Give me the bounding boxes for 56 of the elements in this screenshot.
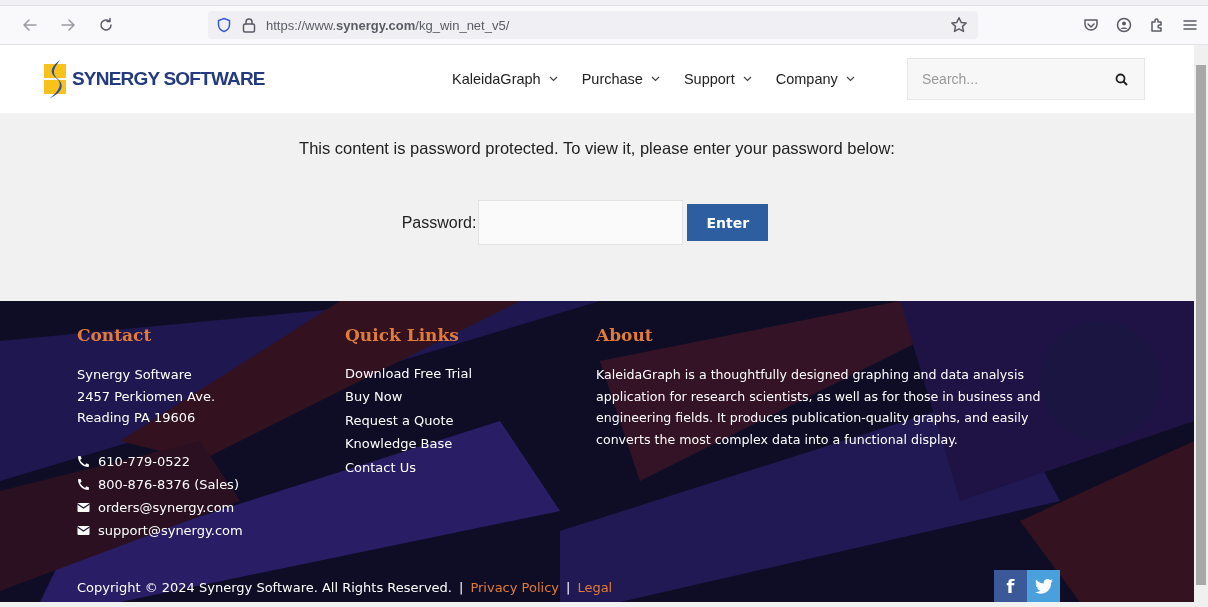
lock-icon[interactable] [242, 17, 256, 33]
footer-link[interactable]: Buy Now [345, 387, 596, 407]
envelope-icon [77, 501, 90, 513]
chevron-down-icon [742, 76, 752, 82]
nav-menu-item[interactable]: Company [775, 71, 855, 87]
scrollbar[interactable] [1194, 45, 1208, 607]
address-line: Reading PA 19606 [77, 409, 197, 427]
reload-icon[interactable] [98, 17, 114, 33]
nav-menu-item[interactable]: Purchase [581, 71, 660, 87]
logo-text[interactable]: SYNERGY SOFTWARE [72, 68, 265, 90]
envelope-icon [77, 524, 90, 536]
about-paragraph: KaleidaGraph is a thoughtfully designed graphing and data analysis application for research scientists, as well as for those in business and engineering fields. It produces publication-quality graphs, and easily converts the most complex data into a functional display. [596, 366, 1042, 449]
section-heading: Quick Links [345, 325, 460, 345]
bird-icon [1034, 578, 1053, 594]
separator: | [566, 580, 571, 595]
star-icon[interactable] [950, 16, 968, 34]
chevron-down-icon [650, 76, 660, 82]
footer-link[interactable]: Privacy Policy [470, 580, 559, 595]
address-bar[interactable]: https://www.synergy.com/kg_win_net_v5/ [208, 11, 978, 39]
password-label: Password: [401, 213, 477, 232]
phone-icon [77, 454, 90, 468]
address-line: Synergy Software [77, 366, 193, 384]
facebook-button[interactable]: f [994, 570, 1027, 602]
extensions-icon[interactable] [1149, 17, 1165, 33]
twitter-button[interactable] [1027, 570, 1060, 602]
url-text: https://www.synergy.com/kg_win_net_v5/ [266, 17, 510, 33]
email-address: orders@synergy.com [98, 498, 235, 517]
forward-arrow-icon[interactable] [60, 17, 76, 33]
footer-link[interactable]: Legal [577, 580, 613, 595]
chevron-down-icon [845, 76, 855, 82]
section-heading: About [596, 325, 654, 345]
separator: | [459, 580, 464, 595]
chevron-down-icon [548, 76, 558, 82]
section-heading: Contact [77, 325, 153, 345]
account-icon[interactable] [1116, 17, 1132, 33]
phone-number: 800-876-8376 (Sales) [98, 475, 239, 494]
phone-number: 610-779-0522 [98, 452, 191, 471]
password-field[interactable] [478, 200, 684, 245]
shield-icon[interactable] [216, 17, 232, 33]
footer-link[interactable]: Knowledge Base [345, 434, 596, 454]
back-arrow-icon[interactable] [22, 17, 38, 33]
enter-button[interactable]: Enter [687, 204, 769, 241]
search-field[interactable]: Search... [907, 58, 1145, 100]
email-address: support@synergy.com [98, 521, 243, 540]
nav-menu-item[interactable]: Support [683, 71, 752, 87]
footer-link[interactable]: Download Free Trial [345, 364, 596, 384]
footer-link[interactable]: Request a Quote [345, 410, 596, 431]
phone-icon [77, 477, 90, 491]
pocket-icon[interactable] [1083, 17, 1099, 33]
address-line: 2457 Perkiomen Ave. [77, 387, 217, 406]
copyright-text: Copyright © 2024 Synergy Software. All Rights Reserved. [77, 580, 452, 595]
search-icon[interactable] [1115, 73, 1128, 86]
menu-icon[interactable] [1182, 17, 1198, 33]
protected-message: This content is password protected. To view it, please enter your password below: [299, 139, 895, 158]
footer-link[interactable]: Contact Us [345, 457, 596, 478]
nav-menu-item[interactable]: KaleidaGraph [452, 71, 558, 87]
